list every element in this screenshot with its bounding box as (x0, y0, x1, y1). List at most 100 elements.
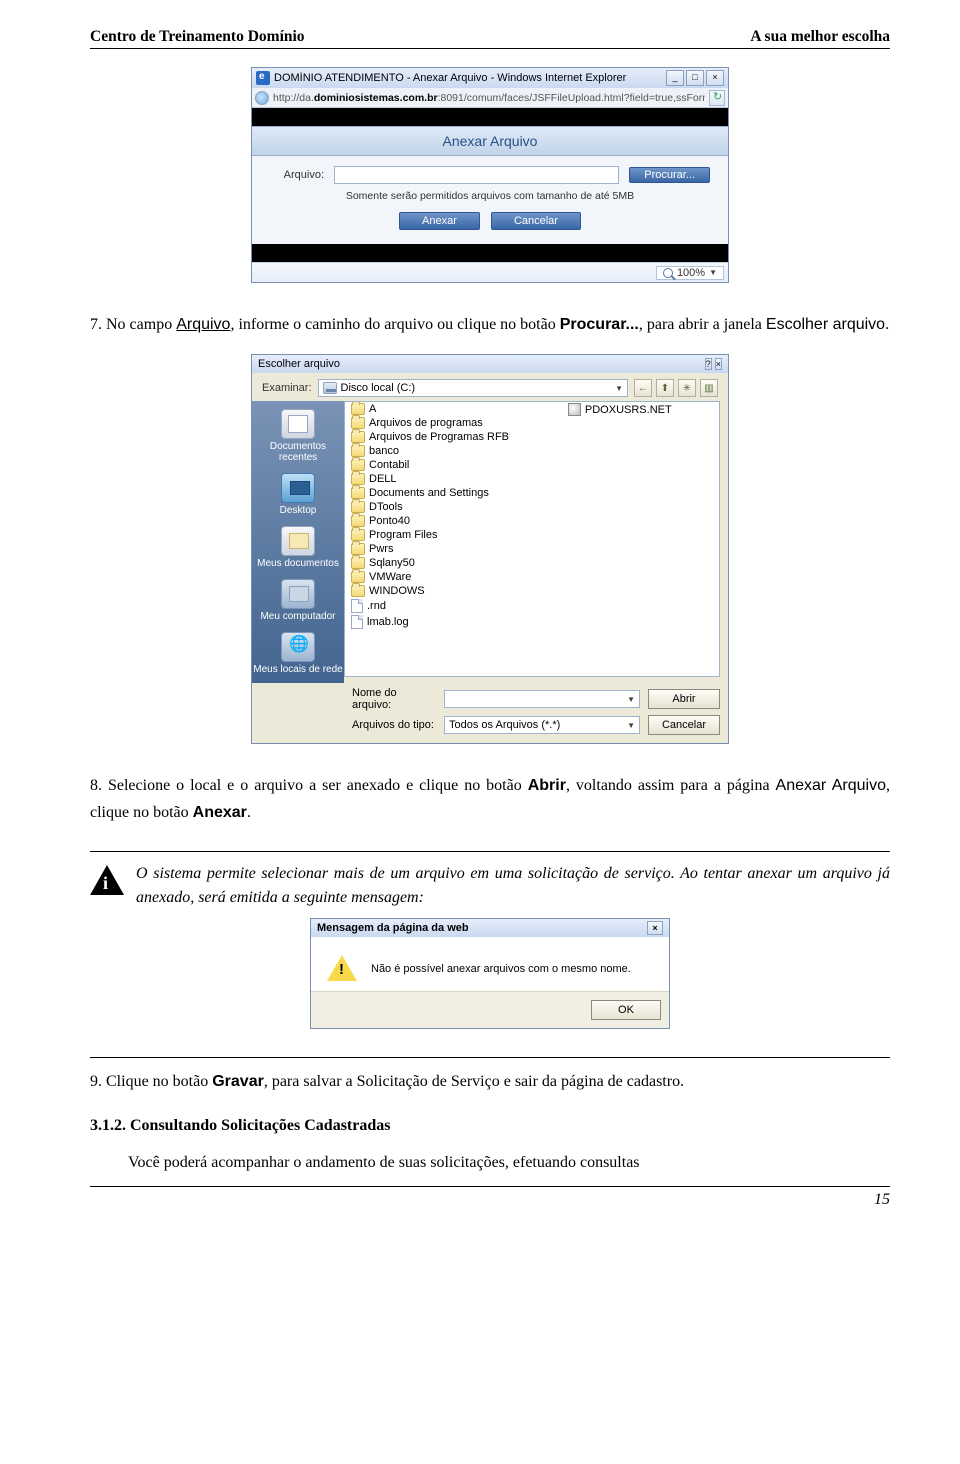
step-9-num: 9. (90, 1073, 102, 1090)
panel-note: Somente serão permitidos arquivos com ta… (270, 190, 710, 202)
panel-actions: Anexar Cancelar (270, 212, 710, 240)
side-mycomputer[interactable]: Meu computador (252, 579, 344, 622)
desktop-icon (281, 473, 315, 503)
chooser-title-buttons: ? × (705, 358, 722, 370)
side-docs[interactable]: Documentos recentes (252, 409, 344, 463)
folder-icon (351, 585, 365, 597)
filetype-value: Todos os Arquivos (*.*) (449, 719, 560, 731)
list-item[interactable]: Program Files (345, 528, 562, 542)
step-7-t3: , para abrir a janela (639, 316, 766, 333)
filetype-label: Arquivos do tipo: (352, 719, 436, 731)
filetype-select[interactable]: Todos os Arquivos (*.*)▼ (444, 716, 640, 734)
chooser-title: Escolher arquivo (258, 358, 340, 370)
drive-select[interactable]: Disco local (C:) ▼ (318, 379, 628, 397)
list-item[interactable]: PDOXUSRS.NET (562, 402, 719, 417)
browse-button[interactable]: Procurar... (629, 167, 710, 183)
list-item[interactable]: Pwrs (345, 542, 562, 556)
arquivo-input[interactable] (334, 166, 619, 184)
refresh-icon[interactable] (709, 90, 725, 106)
file-label: Arquivos de Programas RFB (369, 431, 509, 443)
folder-icon (351, 445, 365, 457)
filename-input[interactable]: ▼ (444, 690, 640, 708)
step-7-t2: , informe o caminho do arquivo ou clique… (230, 316, 559, 333)
list-item[interactable]: VMWare (345, 570, 562, 584)
cancelar-button[interactable]: Cancelar (491, 212, 581, 230)
file-list[interactable]: AArquivos de programas Arquivos de Progra… (344, 401, 720, 677)
message-body: Não é possível anexar arquivos com o mes… (311, 937, 669, 991)
list-item[interactable]: Contabil (345, 458, 562, 472)
file-icon (568, 403, 581, 416)
folder-icon (351, 403, 365, 415)
maximize-button[interactable]: □ (686, 70, 704, 86)
folder-icon (351, 417, 365, 429)
ie-titlebar: DOMÍNIO ATENDIMENTO - Anexar Arquivo - W… (252, 68, 728, 88)
list-item[interactable]: Sqlany50 (345, 556, 562, 570)
side-network[interactable]: Meus locais de rede (252, 632, 344, 675)
folder-icon (351, 515, 365, 527)
list-item[interactable]: Arquivos de programas (345, 416, 562, 430)
back-icon[interactable]: ← (634, 379, 652, 397)
file-label: VMWare (369, 571, 411, 583)
list-item[interactable]: Arquivos de Programas RFB (345, 430, 562, 444)
chooser-toolbar: Examinar: Disco local (C:) ▼ ← ⬆ ✳ ▥ (252, 373, 728, 401)
recent-docs-icon (281, 409, 315, 439)
folder-icon (351, 543, 365, 555)
window-buttons: _ □ × (666, 70, 724, 86)
file-label: DTools (369, 501, 403, 513)
url-bold: dominiosistemas.com.br (314, 92, 438, 104)
section-heading: 3.1.2. Consultando Solicitações Cadastra… (90, 1117, 890, 1135)
list-item[interactable]: Ponto40 (345, 514, 562, 528)
file-label: .rnd (367, 600, 386, 612)
step-9-btn: Gravar (212, 1073, 264, 1090)
step-7-field: Arquivo (176, 316, 230, 333)
figure-ie-anexar: DOMÍNIO ATENDIMENTO - Anexar Arquivo - W… (90, 67, 890, 283)
ie-url[interactable]: http://da.dominiosistemas.com.br:8091/co… (273, 92, 705, 104)
folder-icon (351, 473, 365, 485)
doc-footer: 15 (90, 1186, 890, 1209)
zoom-control[interactable]: 100% ▼ (656, 266, 724, 280)
chooser-bottom: Nome do arquivo: ▼ Abrir Arquivos do tip… (252, 683, 728, 743)
page-number: 15 (874, 1191, 890, 1208)
new-folder-icon[interactable]: ✳ (678, 379, 696, 397)
list-item[interactable]: DTools (345, 500, 562, 514)
list-item[interactable]: .rnd (345, 598, 562, 614)
chooser-sidebar: Documentos recentes Desktop Meus documen… (252, 401, 344, 683)
open-button[interactable]: Abrir (648, 689, 720, 709)
step-7: 7. No campo Arquivo, informe o caminho d… (90, 311, 890, 338)
anexar-button[interactable]: Anexar (399, 212, 480, 230)
file-icon (351, 599, 363, 613)
list-item[interactable]: banco (345, 444, 562, 458)
chevron-down-icon: ▼ (627, 695, 635, 704)
panel-title: Anexar Arquivo (252, 126, 728, 156)
arquivo-label: Arquivo: (270, 169, 324, 181)
file-label: WINDOWS (369, 585, 425, 597)
step-8-t4: . (247, 804, 251, 821)
side-desktop[interactable]: Desktop (252, 473, 344, 516)
minimize-button[interactable]: _ (666, 70, 684, 86)
divider (90, 851, 890, 852)
side-mydocs[interactable]: Meus documentos (252, 526, 344, 569)
close-button[interactable]: × (647, 921, 663, 935)
message-dialog: Mensagem da página da web × Não é possív… (310, 918, 670, 1029)
cancel-button[interactable]: Cancelar (648, 715, 720, 735)
close-button[interactable]: × (715, 358, 722, 370)
side-desktop-label: Desktop (280, 505, 317, 516)
step-7-btn: Procurar... (560, 316, 639, 333)
views-icon[interactable]: ▥ (700, 379, 718, 397)
help-button[interactable]: ? (705, 358, 712, 370)
ie-window: DOMÍNIO ATENDIMENTO - Anexar Arquivo - W… (251, 67, 729, 283)
list-item[interactable]: A (345, 402, 562, 416)
file-chooser-window: Escolher arquivo ? × Examinar: Disco loc… (251, 354, 729, 744)
list-item[interactable]: lmab.log (345, 614, 562, 630)
ok-button[interactable]: OK (591, 1000, 661, 1020)
step-8-t1: Selecione o local e o arquivo a ser anex… (102, 777, 528, 794)
file-label: Sqlany50 (369, 557, 415, 569)
close-button[interactable]: × (706, 70, 724, 86)
step-8-page: Anexar Arquivo (776, 777, 886, 794)
list-item[interactable]: WINDOWS (345, 584, 562, 598)
list-item[interactable]: DELL (345, 472, 562, 486)
file-label: Arquivos de programas (369, 417, 483, 429)
file-label: Pwrs (369, 543, 393, 555)
list-item[interactable]: Documents and Settings (345, 486, 562, 500)
up-icon[interactable]: ⬆ (656, 379, 674, 397)
